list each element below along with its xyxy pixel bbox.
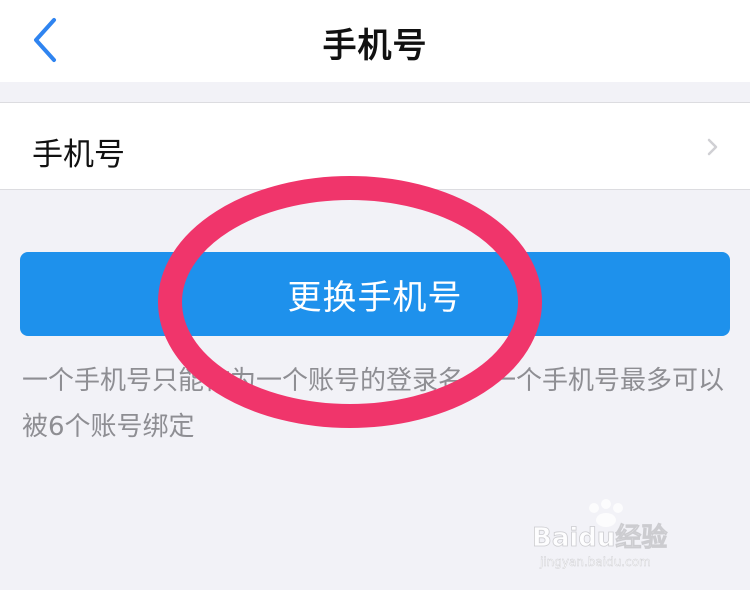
- phone-number-row[interactable]: 手机号: [0, 102, 750, 190]
- chevron-right-icon: [707, 138, 718, 156]
- baidu-paw-logo: Baidu经验 jingyan.baidu.com: [532, 499, 668, 569]
- page-title: 手机号: [322, 26, 428, 66]
- navigation-bar: 手机号: [0, 0, 750, 82]
- change-phone-button[interactable]: 更换手机号: [20, 252, 730, 336]
- phone-settings-page: 手机号 手机号 更换手机号 一个手机号只能作为一个账号的登录名，一个手机号最多可…: [0, 0, 750, 590]
- svg-text:Baidu经验: Baidu经验: [532, 522, 667, 553]
- phone-binding-hint: 一个手机号只能作为一个账号的登录名，一个手机号最多可以被6个账号绑定: [22, 366, 725, 442]
- svg-text:jingyan.baidu.com: jingyan.baidu.com: [539, 555, 651, 569]
- baidu-jingyan-watermark: Baidu经验 jingyan.baidu.com: [532, 498, 712, 570]
- phone-row-label: 手机号: [32, 137, 125, 173]
